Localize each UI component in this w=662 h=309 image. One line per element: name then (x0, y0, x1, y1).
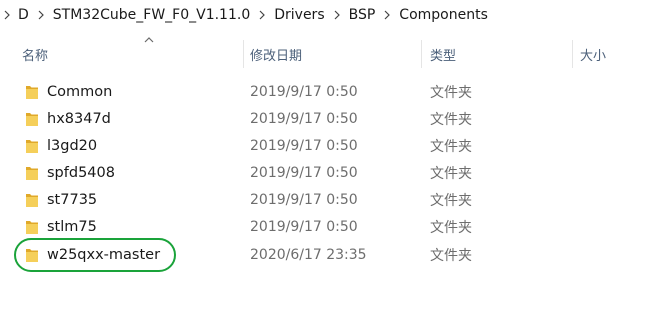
chevron-right-icon[interactable] (0, 0, 14, 30)
column-header-date[interactable]: 修改日期 (250, 34, 420, 74)
breadcrumb-item-bsp[interactable]: BSP (345, 0, 380, 30)
modified-date: 2020/6/17 23:35 (250, 246, 367, 263)
modified-date: 2019/9/17 0:50 (250, 110, 358, 127)
file-name-cell: st7735 (25, 186, 97, 213)
file-type: 文件夹 (430, 165, 472, 182)
file-name: w25qxx-master (47, 246, 161, 263)
column-header-size-label: 大小 (580, 48, 607, 64)
chevron-right-icon[interactable] (33, 0, 49, 30)
file-name-cell: w25qxx-master (25, 241, 160, 268)
breadcrumb-item-drive[interactable]: D (14, 0, 33, 30)
modified-date: 2019/9/17 0:50 (250, 137, 358, 154)
sort-ascending-icon (144, 37, 154, 43)
file-name-cell: hx8347d (25, 105, 111, 132)
list-item[interactable]: spfd5408 2019/9/17 0:50 文件夹 (0, 159, 600, 186)
column-divider[interactable] (421, 40, 422, 68)
file-type: 文件夹 (430, 219, 472, 236)
list-item[interactable]: w25qxx-master 2020/6/17 23:35 文件夹 (0, 241, 600, 268)
list-item[interactable]: Common 2019/9/17 0:50 文件夹 (0, 78, 600, 105)
file-name: st7735 (47, 191, 98, 208)
chevron-right-icon[interactable] (254, 0, 270, 30)
list-item[interactable]: l3gd20 2019/9/17 0:50 文件夹 (0, 132, 600, 159)
file-name-cell: l3gd20 (25, 132, 97, 159)
column-header-name[interactable]: 名称 (22, 34, 242, 74)
column-header-type[interactable]: 类型 (430, 34, 570, 74)
file-type: 文件夹 (430, 247, 472, 264)
file-name-cell: Common (25, 78, 112, 105)
folder-icon (26, 112, 38, 126)
list-item[interactable]: stlm75 2019/9/17 0:50 文件夹 (0, 213, 600, 240)
modified-date: 2019/9/17 0:50 (250, 191, 358, 208)
breadcrumb-item-components[interactable]: Components (395, 0, 492, 30)
folder-icon (26, 85, 38, 99)
file-type: 文件夹 (430, 111, 472, 128)
file-name: stlm75 (47, 218, 97, 235)
column-header-date-label: 修改日期 (250, 48, 303, 64)
file-explorer-window: D STM32Cube_FW_F0_V1.11.0 Drivers BSP Co… (0, 0, 662, 309)
column-header-row: 名称 修改日期 类型 大小 (0, 34, 662, 74)
column-divider[interactable] (572, 40, 573, 68)
column-divider[interactable] (243, 40, 244, 68)
file-type: 文件夹 (430, 84, 472, 101)
breadcrumb: D STM32Cube_FW_F0_V1.11.0 Drivers BSP Co… (0, 0, 662, 30)
breadcrumb-item-drivers[interactable]: Drivers (270, 0, 328, 30)
file-name: Common (47, 83, 113, 100)
chevron-right-icon[interactable] (379, 0, 395, 30)
file-name: l3gd20 (47, 137, 98, 154)
modified-date: 2019/9/17 0:50 (250, 218, 358, 235)
folder-icon (26, 248, 38, 262)
folder-icon (26, 166, 38, 180)
file-name: hx8347d (47, 110, 111, 127)
column-header-name-label: 名称 (22, 48, 49, 64)
list-item[interactable]: hx8347d 2019/9/17 0:50 文件夹 (0, 105, 600, 132)
column-header-size[interactable]: 大小 (580, 34, 660, 74)
modified-date: 2019/9/17 0:50 (250, 83, 358, 100)
folder-icon (26, 139, 38, 153)
file-type: 文件夹 (430, 192, 472, 209)
modified-date: 2019/9/17 0:50 (250, 164, 358, 181)
chevron-right-icon[interactable] (329, 0, 345, 30)
folder-icon (26, 193, 38, 207)
file-type: 文件夹 (430, 138, 472, 155)
file-name-cell: spfd5408 (25, 159, 115, 186)
file-name-cell: stlm75 (25, 213, 97, 240)
breadcrumb-item-stm32cube[interactable]: STM32Cube_FW_F0_V1.11.0 (49, 0, 254, 30)
list-item[interactable]: st7735 2019/9/17 0:50 文件夹 (0, 186, 600, 213)
file-name: spfd5408 (47, 164, 115, 181)
folder-icon (26, 220, 38, 234)
column-header-type-label: 类型 (430, 48, 457, 64)
